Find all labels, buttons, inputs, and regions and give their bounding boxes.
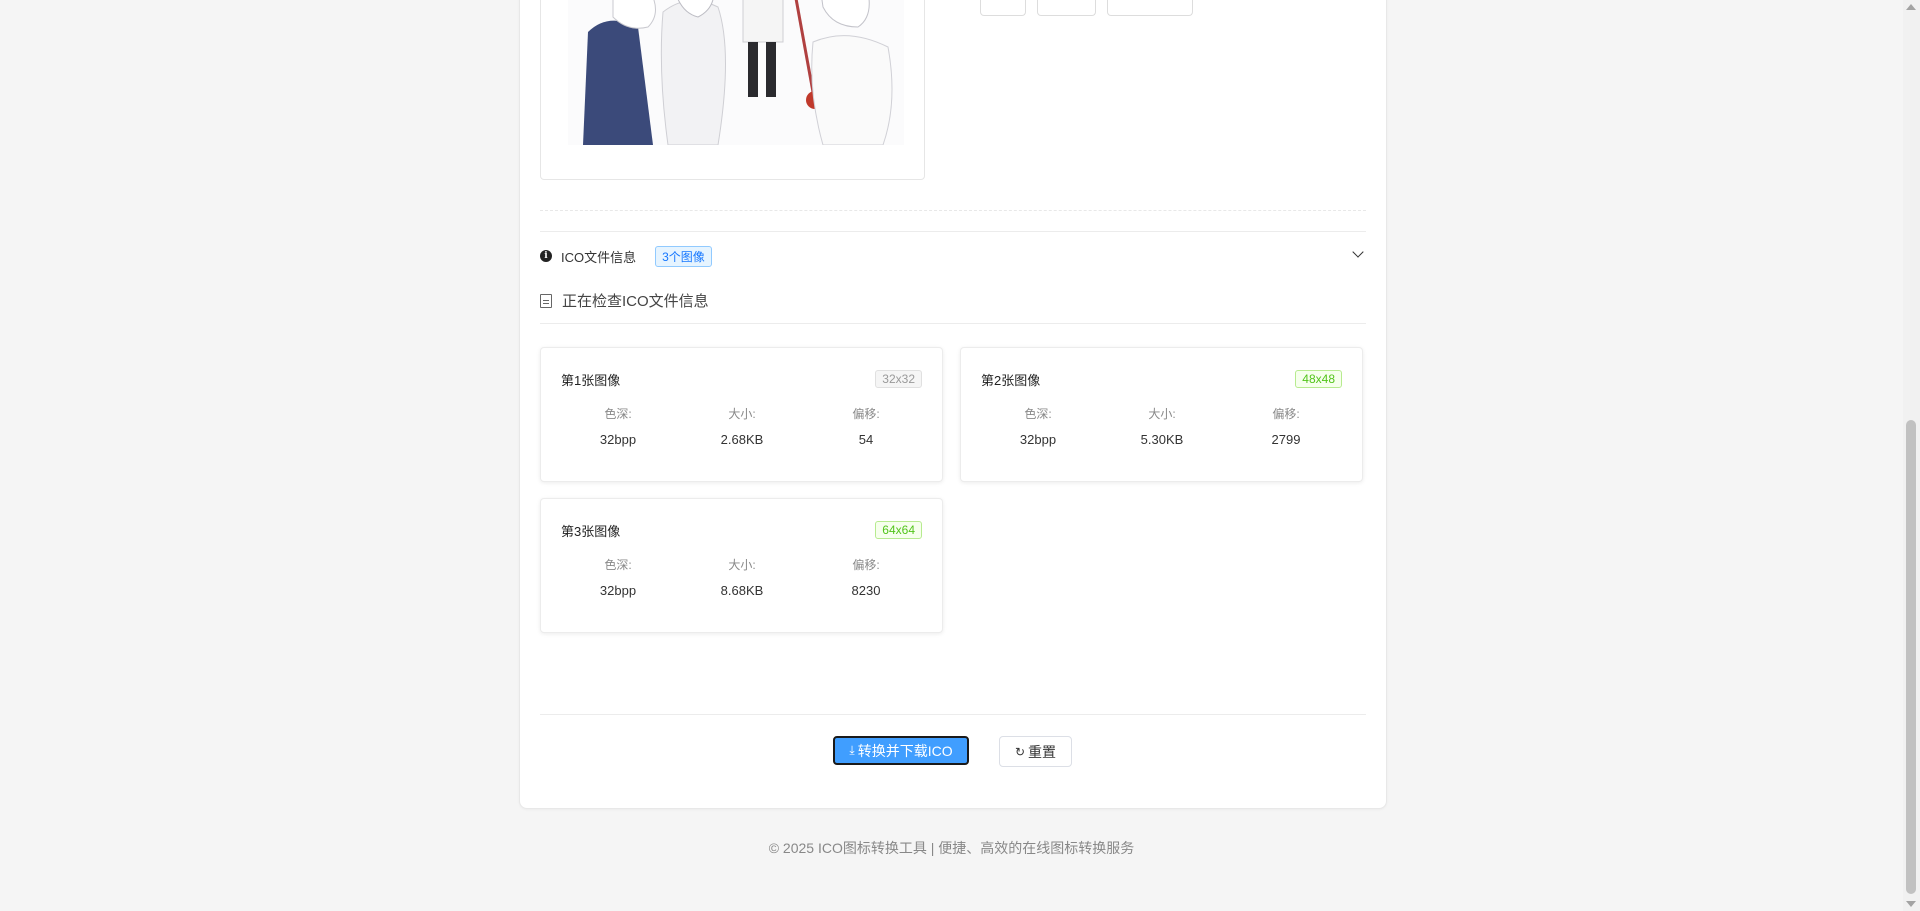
image-count-badge: 3个图像 [655, 245, 712, 267]
checking-status-text: 正在检查ICO文件信息 [562, 293, 709, 310]
image-card-title: 第3张图像 [561, 524, 621, 539]
divider [540, 323, 1366, 324]
document-icon [540, 293, 552, 308]
offset-stat: 偏移: 54 [811, 405, 921, 447]
depth-stat: 色深: 32bpp [563, 556, 673, 598]
refresh-icon: ↻ [1014, 744, 1026, 759]
image-size-badge: 32x32 [875, 370, 922, 388]
ico-image-card: 第2张图像 48x48 色深: 32bpp 大小: 5.30KB 偏移: 279… [960, 347, 1363, 482]
depth-label: 色深: [1024, 407, 1052, 421]
divider [540, 210, 1366, 211]
depth-value: 32bpp [1019, 432, 1057, 447]
filesize-stat: 大小: 8.68KB [687, 556, 797, 598]
reset-button[interactable]: ↻ 重置 [999, 736, 1072, 767]
filesize-stat: 大小: 2.68KB [687, 405, 797, 447]
footer-text: © 2025 ICO图标转换工具 | 便捷、高效的在线图标转换服务 [768, 840, 1135, 856]
filesize-label: 大小: [728, 558, 756, 572]
offset-label: 偏移: [852, 558, 880, 572]
preview-size-option[interactable] [980, 0, 1026, 16]
scroll-down-icon[interactable] [1906, 901, 1916, 907]
ico-image-card: 第1张图像 32x32 色深: 32bpp 大小: 2.68KB 偏移: 54 [540, 347, 943, 482]
depth-label: 色深: [604, 407, 632, 421]
info-icon: i [540, 250, 552, 262]
filesize-stat: 大小: 5.30KB [1107, 405, 1217, 447]
offset-label: 偏移: [852, 407, 880, 421]
divider [540, 231, 1366, 232]
uploaded-image-preview [568, 0, 904, 145]
ico-image-card: 第3张图像 64x64 色深: 32bpp 大小: 8.68KB 偏移: 823… [540, 498, 943, 633]
ico-info-collapse-header[interactable]: i ICO文件信息 3个图像 [540, 245, 1366, 267]
convert-download-button[interactable]: ⤓ 转换并下载ICO [833, 736, 969, 765]
image-card-title: 第1张图像 [561, 373, 621, 388]
ico-info-title: ICO文件信息 [561, 249, 637, 265]
download-icon: ⤓ [849, 743, 855, 757]
depth-stat: 色深: 32bpp [983, 405, 1093, 447]
image-card-title: 第2张图像 [981, 373, 1041, 388]
filesize-label: 大小: [728, 407, 756, 421]
filesize-value: 2.68KB [720, 432, 764, 447]
image-preview-box [540, 0, 925, 180]
depth-stat: 色深: 32bpp [563, 405, 673, 447]
depth-value: 32bpp [599, 583, 637, 598]
checking-status: 正在检查ICO文件信息 [540, 290, 709, 311]
offset-label: 偏移: [1272, 407, 1300, 421]
scroll-up-icon[interactable] [1906, 4, 1916, 10]
depth-label: 色深: [604, 558, 632, 572]
filesize-label: 大小: [1148, 407, 1176, 421]
chevron-down-icon[interactable] [1352, 246, 1364, 258]
scrollbar-thumb[interactable] [1906, 420, 1916, 894]
divider [540, 714, 1366, 715]
offset-stat: 偏移: 8230 [811, 556, 921, 598]
image-size-badge: 48x48 [1295, 370, 1342, 388]
depth-value: 32bpp [599, 432, 637, 447]
filesize-value: 8.68KB [720, 583, 764, 598]
offset-value: 2799 [1271, 432, 1301, 447]
vertical-scrollbar[interactable] [1903, 0, 1920, 911]
preview-size-option[interactable] [1107, 0, 1193, 16]
convert-download-label: 转换并下载ICO [857, 742, 953, 759]
offset-value: 54 [858, 432, 874, 447]
converter-card: i ICO文件信息 3个图像 正在检查ICO文件信息 第1张图像 32x32 色… [519, 0, 1387, 809]
preview-size-option[interactable] [1037, 0, 1096, 16]
offset-stat: 偏移: 2799 [1231, 405, 1341, 447]
filesize-value: 5.30KB [1140, 432, 1184, 447]
image-size-badge: 64x64 [875, 521, 922, 539]
offset-value: 8230 [851, 583, 881, 598]
reset-label: 重置 [1028, 743, 1057, 760]
